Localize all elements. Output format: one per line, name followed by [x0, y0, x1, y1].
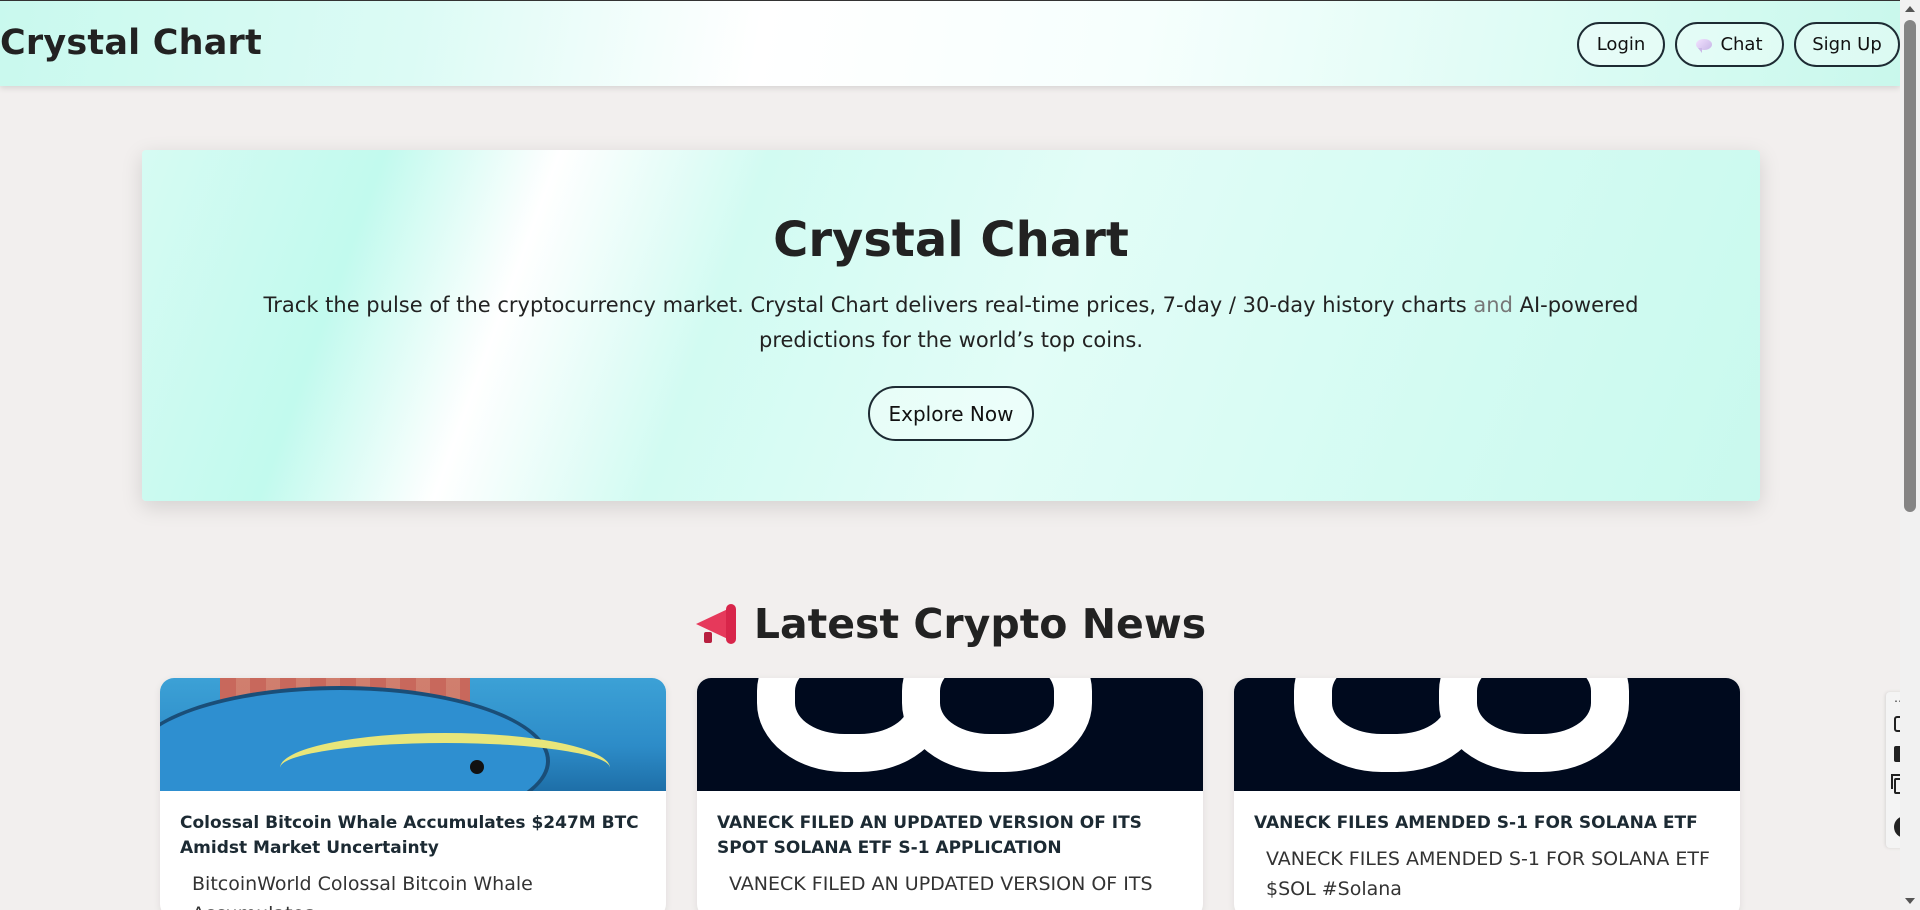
- news-card-image[interactable]: [1234, 678, 1740, 791]
- top-navbar: Crystal Chart Login Chat Sign Up: [0, 0, 1900, 86]
- news-card-excerpt: VANECK FILED AN UPDATED VERSION OF ITS: [729, 873, 1153, 895]
- scroll-up-arrow-icon[interactable]: [1905, 6, 1915, 12]
- hero-banner: Crystal Chart Track the pulse of the cry…: [142, 150, 1760, 501]
- signup-button[interactable]: Sign Up: [1794, 22, 1900, 67]
- news-card-excerpt: BitcoinWorld Colossal Bitcoin Whale Accu…: [192, 873, 533, 910]
- news-card-image[interactable]: [160, 678, 666, 791]
- login-label: Login: [1596, 34, 1646, 55]
- news-card-title[interactable]: VANECK FILED AN UPDATED VERSION OF ITS S…: [717, 811, 1183, 861]
- megaphone-icon: [694, 604, 740, 644]
- news-card[interactable]: Colossal Bitcoin Whale Accumulates $247M…: [160, 678, 666, 910]
- hero-title: Crystal Chart: [773, 212, 1129, 268]
- scroll-down-arrow-icon[interactable]: [1905, 898, 1915, 904]
- news-heading-text: Latest Crypto News: [753, 600, 1207, 648]
- chat-label: Chat: [1720, 34, 1763, 55]
- news-card-image[interactable]: [697, 678, 1203, 791]
- explore-now-button[interactable]: Explore Now: [868, 386, 1034, 441]
- news-card[interactable]: VANECK FILED AN UPDATED VERSION OF ITS S…: [697, 678, 1203, 910]
- explore-now-label: Explore Now: [888, 401, 1014, 426]
- hero-description-part1: Track the pulse of the cryptocurrency ma…: [263, 293, 1467, 317]
- news-section-heading: Latest Crypto News: [0, 600, 1900, 648]
- signup-label: Sign Up: [1812, 34, 1882, 55]
- news-card-excerpt: VANECK FILES AMENDED S-1 FOR SOLANA ETF …: [1266, 848, 1710, 900]
- speech-bubble-icon: [1696, 39, 1713, 53]
- chat-button[interactable]: Chat: [1675, 22, 1784, 67]
- news-card-title[interactable]: Colossal Bitcoin Whale Accumulates $247M…: [180, 811, 646, 861]
- news-card[interactable]: VANECK FILES AMENDED S-1 FOR SOLANA ETF …: [1234, 678, 1740, 910]
- scrollbar-thumb[interactable]: [1904, 20, 1916, 512]
- news-card-title[interactable]: VANECK FILES AMENDED S-1 FOR SOLANA ETF: [1254, 811, 1720, 836]
- login-button[interactable]: Login: [1577, 22, 1665, 67]
- brand-logo[interactable]: Crystal Chart: [0, 23, 262, 63]
- hero-description: Track the pulse of the cryptocurrency ma…: [222, 288, 1680, 358]
- vertical-scrollbar[interactable]: [1900, 0, 1920, 910]
- hero-description-and: and: [1473, 293, 1513, 317]
